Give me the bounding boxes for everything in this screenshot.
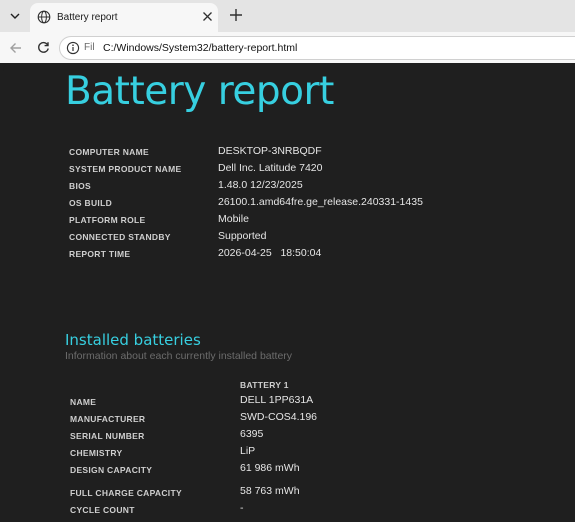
battery-row-value: DELL 1PP631A [240,394,314,406]
battery-column-header: BATTERY 1 [240,380,289,390]
battery-row-label: CYCLE COUNT [70,505,135,515]
address-bar: Fil C:/Windows/System32/battery-report.h… [0,32,575,63]
battery-row-value: 61 986 mWh [240,462,300,474]
tab-list-button[interactable] [4,5,26,27]
battery-row-value: - [240,502,244,514]
system-info-label: COMPUTER NAME [69,147,149,157]
battery-row-label: CHEMISTRY [70,448,123,458]
system-info-value: 2026-04-25 18:50:04 [218,247,322,259]
tab-battery-report[interactable]: Battery report [30,3,218,32]
tab-bar: Battery report [0,0,575,32]
url-scheme: Fil [84,42,95,53]
battery-row-label: DESIGN CAPACITY [70,465,153,475]
globe-icon [37,10,51,24]
tab-title: Battery report [57,12,118,23]
system-info-label: CONNECTED STANDBY [69,232,171,242]
system-info-label: BIOS [69,181,91,191]
back-arrow-icon[interactable] [9,41,23,55]
chevron-down-icon [10,13,20,19]
system-info-value: 1.48.0 12/23/2025 [218,179,303,191]
system-info-value: 26100.1.amd64fre.ge_release.240331-1435 [218,196,423,208]
url-text[interactable]: C:/Windows/System32/battery-report.html [103,42,297,54]
system-info-value: Supported [218,230,267,242]
system-info-label: SYSTEM PRODUCT NAME [69,164,182,174]
system-info-value: Dell Inc. Latitude 7420 [218,162,323,174]
system-info-label: PLATFORM ROLE [69,215,146,225]
system-info-label: REPORT TIME [69,249,131,259]
battery-row-label: SERIAL NUMBER [70,431,145,441]
close-icon[interactable] [202,11,213,22]
system-info-label: OS BUILD [69,198,113,208]
info-icon[interactable] [66,41,80,55]
report-page: Battery report COMPUTER NAME DESKTOP-3NR… [3,63,575,522]
reload-icon[interactable] [37,41,50,54]
page-title: Battery report [65,69,334,114]
url-field[interactable]: Fil C:/Windows/System32/battery-report.h… [59,36,575,60]
battery-row-value: 58 763 mWh [240,485,300,497]
battery-row-value: SWD-COS4.196 [240,411,318,423]
system-info-value: Mobile [218,213,249,225]
battery-row-value: 6395 [240,428,264,440]
installed-batteries-heading: Installed batteries [65,331,201,349]
battery-row-label: MANUFACTURER [70,414,146,424]
battery-row-label: FULL CHARGE CAPACITY [70,488,182,498]
new-tab-plus-icon[interactable] [229,8,243,22]
battery-row-value: LiP [240,445,256,457]
system-info-value: DESKTOP-3NRBQDF [218,145,322,157]
battery-row-label: NAME [70,397,97,407]
installed-batteries-subtitle: Information about each currently install… [65,350,293,362]
